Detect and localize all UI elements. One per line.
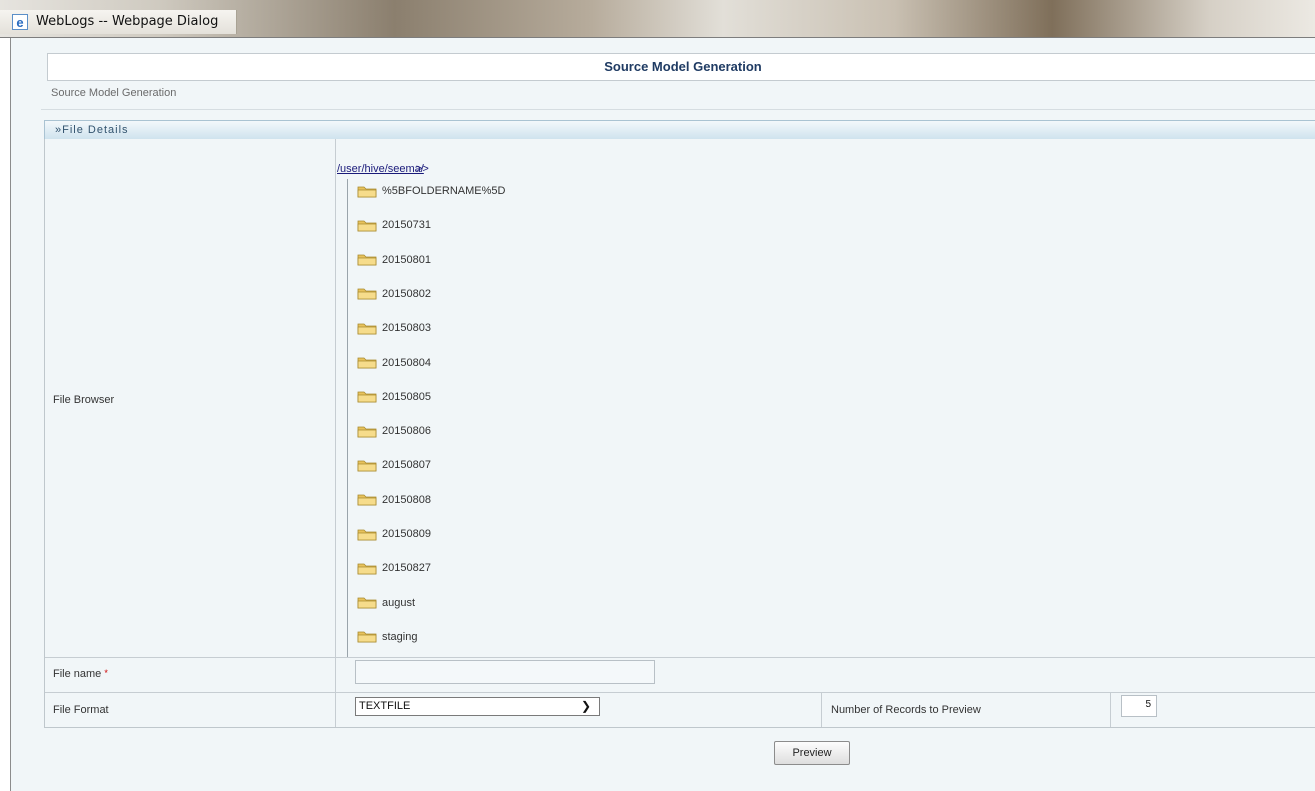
folder-icon: [357, 597, 377, 609]
file-details-table: File Browser /user/hive/seema/ >> %5BFOL…: [44, 139, 1315, 728]
tree-guide-line: [347, 179, 348, 657]
window-title: WebLogs -- Webpage Dialog: [36, 14, 219, 29]
section-title: »File Details: [55, 124, 129, 136]
folder-item[interactable]: staging: [357, 627, 417, 647]
folder-icon: [357, 288, 377, 300]
file-format-label: File Format: [53, 704, 109, 716]
file-format-select[interactable]: TEXTFILE ❯: [355, 697, 600, 716]
file-name-label: File name *: [53, 668, 108, 680]
folder-name: august: [382, 596, 416, 609]
ie-icon: e: [12, 14, 28, 30]
folder-name: 20150731: [382, 219, 431, 232]
folder-item[interactable]: 20150801: [357, 250, 431, 270]
folder-item[interactable]: 20150804: [357, 353, 431, 373]
folder-icon: [357, 563, 377, 575]
folder-icon: [357, 220, 377, 232]
page-title: Source Model Generation: [47, 53, 1315, 81]
folder-name: 20150804: [382, 356, 431, 369]
folder-item[interactable]: 20150802: [357, 284, 431, 304]
folder-item[interactable]: 20150808: [357, 490, 431, 510]
folder-name: 20150803: [382, 322, 431, 335]
folder-name: 20150807: [382, 459, 431, 472]
folder-item[interactable]: 20150827: [357, 558, 431, 578]
folder-icon: [357, 186, 377, 197]
records-preview-label: Number of Records to Preview: [831, 704, 981, 716]
folder-name: 20150802: [382, 287, 431, 300]
folder-item[interactable]: 20150806: [357, 421, 431, 441]
folder-item[interactable]: 20150731: [357, 215, 431, 235]
window-titlebar: e WebLogs -- Webpage Dialog: [0, 0, 1315, 38]
folder-name: %5BFOLDERNAME%5D: [382, 185, 506, 197]
folder-icon: [357, 494, 377, 506]
required-marker: *: [104, 668, 108, 678]
folder-name: 20150805: [382, 390, 431, 403]
file-name-input[interactable]: [355, 660, 655, 684]
folder-name: 20150809: [382, 528, 431, 540]
folder-item[interactable]: 20150805: [357, 387, 431, 407]
file-browser-label: File Browser: [53, 394, 115, 406]
folder-icon: [357, 426, 377, 437]
folder-name: 20150808: [382, 493, 431, 506]
folder-item[interactable]: august: [357, 593, 415, 613]
divider: [41, 109, 1315, 110]
breadcrumb: Source Model Generation: [51, 87, 177, 99]
folder-name: 20150801: [382, 253, 431, 266]
folder-icon: [357, 357, 377, 369]
folder-name: staging: [382, 630, 418, 643]
chevron-down-icon: ❯: [580, 699, 591, 713]
folder-icon: [357, 631, 377, 643]
preview-button[interactable]: Preview: [774, 741, 850, 765]
folder-item[interactable]: 20150809: [357, 524, 431, 544]
folder-name: 20150806: [382, 425, 431, 438]
path-nav-arrow[interactable]: >>: [416, 163, 429, 175]
folder-icon: [357, 254, 377, 266]
records-preview-input[interactable]: 5: [1121, 695, 1157, 717]
folder-name: 20150827: [382, 562, 431, 575]
folder-item[interactable]: 20150807: [357, 455, 431, 475]
folder-icon: [357, 323, 377, 335]
folder-item[interactable]: %5BFOLDERNAME%5D: [357, 181, 505, 201]
folder-icon: [357, 460, 377, 472]
folder-item[interactable]: 20150803: [357, 318, 431, 338]
current-path-link[interactable]: /user/hive/seema/: [337, 163, 424, 175]
section-header-file-details[interactable]: »File Details: [44, 120, 1315, 140]
svg-text:e: e: [16, 15, 23, 30]
dialog-content: Source Model Generation Source Model Gen…: [10, 38, 1315, 791]
file-format-value: TEXTFILE: [359, 700, 411, 712]
folder-icon: [357, 529, 377, 540]
folder-icon: [357, 391, 377, 403]
